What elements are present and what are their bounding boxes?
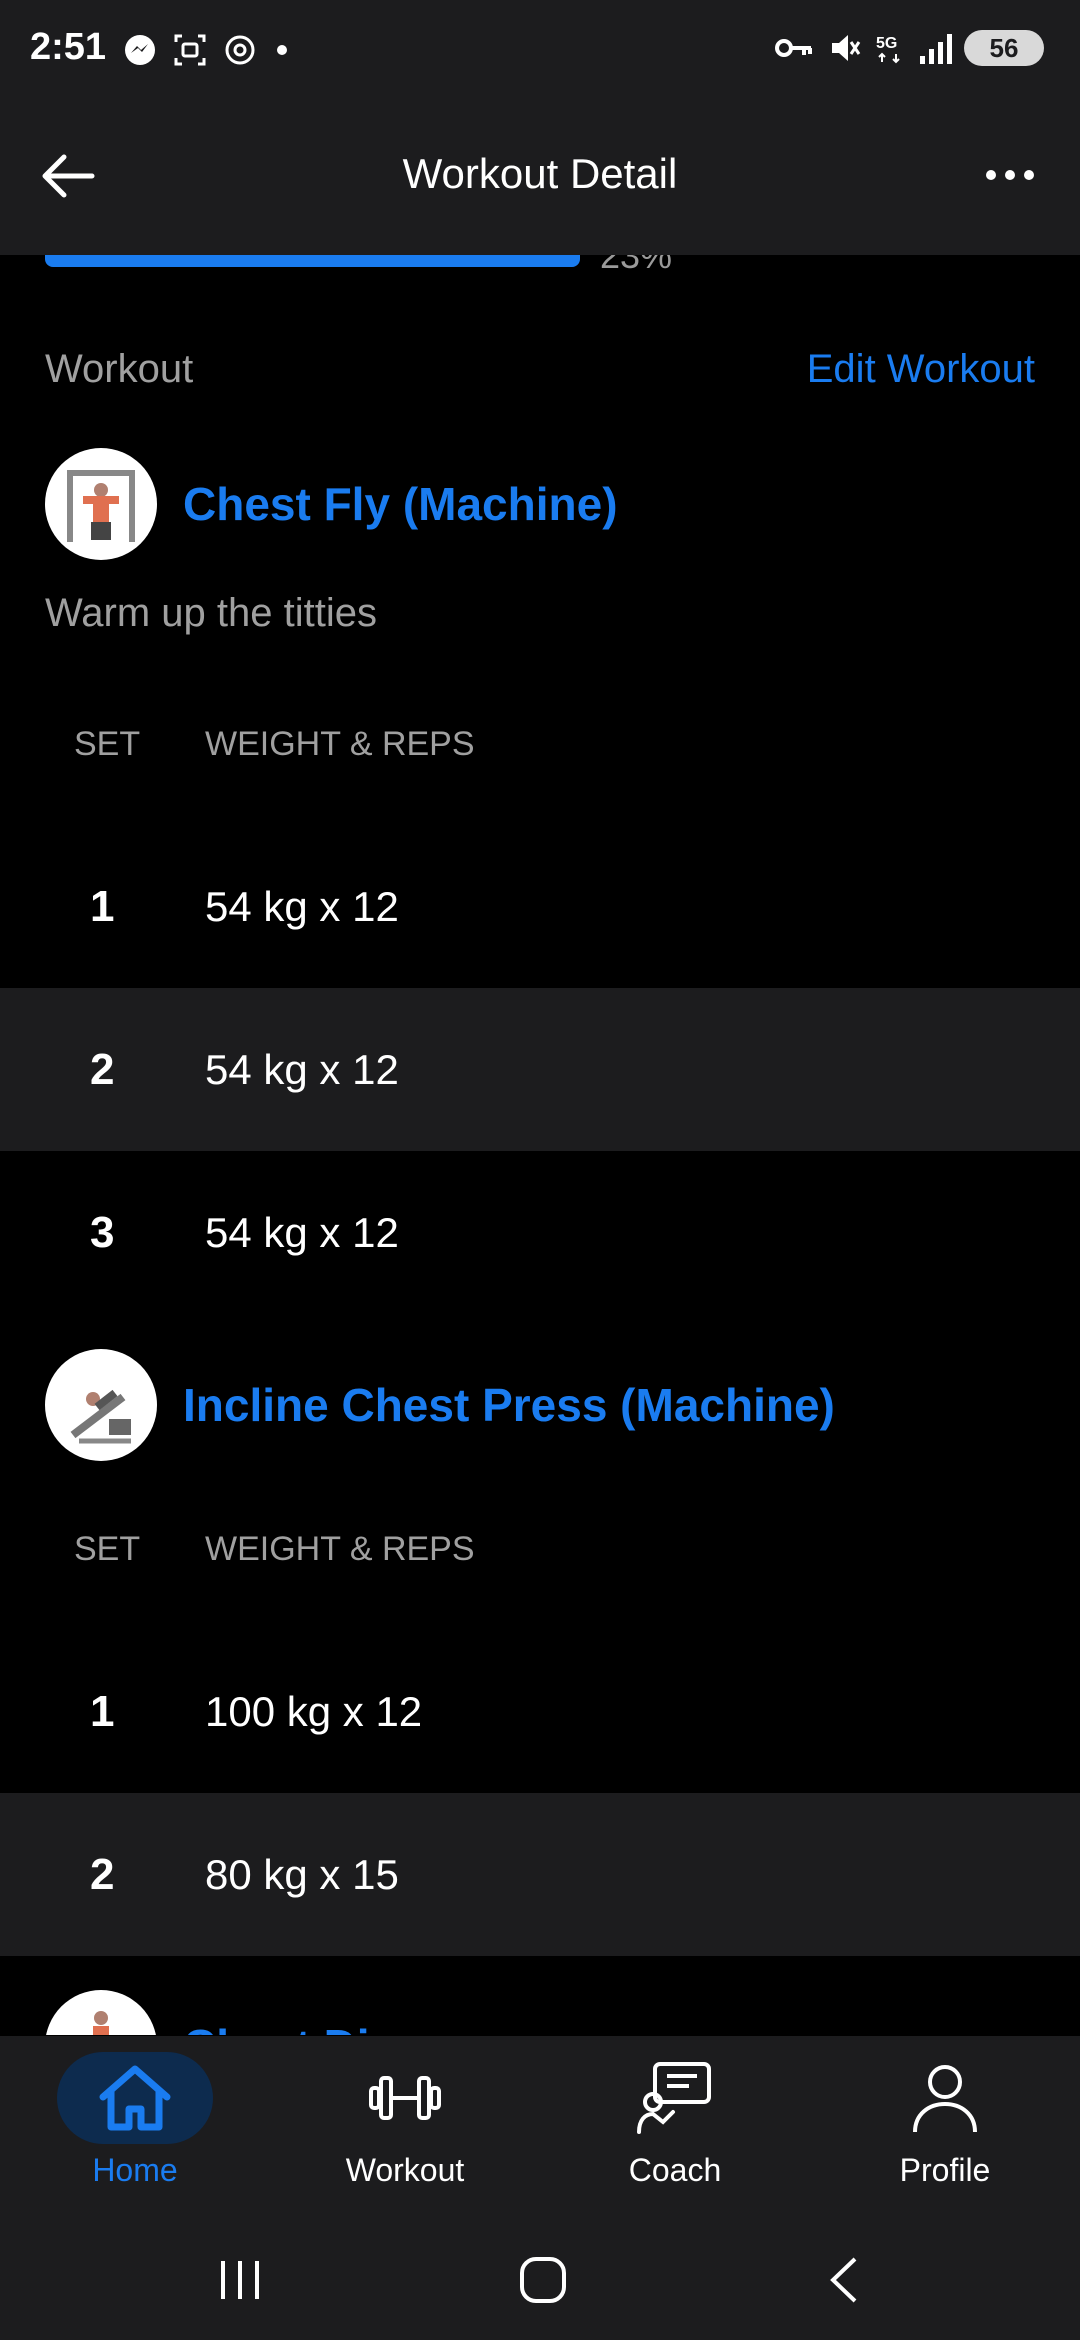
profile-icon bbox=[913, 2065, 977, 2133]
coach-icon bbox=[637, 2062, 711, 2134]
set-weight-reps: 54 kg x 12 bbox=[205, 1045, 399, 1093]
screenshot-icon bbox=[174, 34, 206, 66]
5g-icon: 5G bbox=[876, 35, 900, 64]
sets-table-header: SET WEIGHT & REPS bbox=[0, 725, 1080, 785]
exercise-thumbnail[interactable] bbox=[45, 1990, 157, 2035]
mute-icon bbox=[832, 35, 861, 61]
column-header-weight-reps: WEIGHT & REPS bbox=[205, 725, 475, 763]
signal-icon bbox=[920, 34, 952, 64]
more-horizontal-icon bbox=[986, 170, 996, 180]
status-bar: 2:51 5G 56 bbox=[0, 0, 1080, 100]
sets-table-header: SET WEIGHT & REPS bbox=[0, 1530, 1080, 1590]
page-title: Workout Detail bbox=[402, 150, 678, 197]
set-number: 2 bbox=[90, 1044, 115, 1094]
progress-bar bbox=[45, 255, 580, 267]
set-number: 3 bbox=[90, 1207, 115, 1257]
messenger-icon bbox=[125, 35, 155, 65]
set-weight-reps: 54 kg x 12 bbox=[205, 882, 399, 930]
nav-profile[interactable]: Profile bbox=[835, 2052, 1055, 2212]
exercise-header[interactable]: Chest Fly (Machine) bbox=[45, 448, 618, 560]
set-row: 1 100 kg x 12 bbox=[0, 1630, 1080, 1793]
set-number: 1 bbox=[90, 1686, 115, 1736]
recents-button[interactable] bbox=[180, 2240, 300, 2320]
column-header-set: SET bbox=[74, 725, 141, 763]
set-row: 3 54 kg x 12 bbox=[0, 1151, 1080, 1314]
workout-detail-content[interactable]: 23% Workout Edit Workout Chest Fly (Mach… bbox=[0, 255, 1080, 2035]
column-header-weight-reps: WEIGHT & REPS bbox=[205, 1530, 475, 1568]
status-right-icons: 5G 56 bbox=[774, 30, 1044, 66]
vpn-key-icon bbox=[775, 39, 812, 57]
system-navigation-bar bbox=[0, 2220, 1080, 2340]
section-header: Workout Edit Workout bbox=[45, 347, 1035, 392]
nav-workout[interactable]: Workout bbox=[295, 2052, 515, 2212]
set-number: 1 bbox=[90, 881, 115, 931]
set-row: 2 80 kg x 15 bbox=[0, 1793, 1080, 1956]
exercise-thumbnail[interactable] bbox=[45, 448, 157, 560]
exercise-name[interactable]: Chest Dip bbox=[183, 2019, 398, 2035]
progress-label: 23% bbox=[600, 255, 673, 276]
set-row: 2 54 kg x 12 bbox=[0, 988, 1080, 1151]
recents-icon bbox=[221, 2261, 259, 2299]
more-options-button[interactable] bbox=[970, 150, 1050, 200]
set-weight-reps: 100 kg x 12 bbox=[205, 1687, 423, 1735]
nav-profile-label[interactable]: Profile bbox=[900, 2152, 991, 2189]
dumbbell-icon bbox=[369, 2076, 441, 2120]
set-number: 2 bbox=[90, 1849, 115, 1899]
app-bar: Workout Detail bbox=[0, 100, 1080, 255]
nav-home-label[interactable]: Home bbox=[92, 2152, 177, 2189]
chest-dip-icon bbox=[93, 2011, 109, 2035]
dot-icon bbox=[277, 45, 287, 55]
exercise-header[interactable]: Chest Dip bbox=[45, 1990, 398, 2035]
exercise-thumbnail[interactable] bbox=[45, 1349, 157, 1461]
nav-coach[interactable]: Coach bbox=[565, 2052, 785, 2212]
exercise-header[interactable]: Incline Chest Press (Machine) bbox=[45, 1349, 835, 1461]
exercise-name[interactable]: Chest Fly (Machine) bbox=[183, 477, 618, 531]
column-header-set: SET bbox=[74, 1530, 141, 1568]
chest-fly-machine-icon bbox=[67, 470, 135, 542]
set-weight-reps: 54 kg x 12 bbox=[205, 1208, 399, 1256]
svg-text:5G: 5G bbox=[876, 35, 897, 52]
battery-icon: 56 bbox=[964, 30, 1044, 66]
status-time: 2:51 bbox=[30, 26, 107, 68]
set-row: 1 54 kg x 12 bbox=[0, 825, 1080, 988]
status-left-icons bbox=[122, 32, 292, 68]
back-chevron-icon bbox=[830, 2257, 857, 2303]
openai-icon bbox=[225, 35, 255, 65]
home-circle-icon bbox=[520, 2257, 566, 2303]
home-icon bbox=[99, 2065, 171, 2131]
section-label: Workout bbox=[45, 347, 194, 391]
system-home-button[interactable] bbox=[483, 2240, 603, 2320]
set-weight-reps: 80 kg x 15 bbox=[205, 1850, 399, 1898]
system-back-button[interactable] bbox=[785, 2240, 905, 2320]
exercise-note: Warm up the titties bbox=[45, 591, 377, 635]
nav-home[interactable]: Home bbox=[25, 2052, 245, 2212]
nav-workout-label[interactable]: Workout bbox=[346, 2152, 465, 2189]
bottom-navigation: Home Workout Coach Profile bbox=[0, 2036, 1080, 2220]
incline-chest-press-icon bbox=[70, 1389, 131, 1444]
edit-workout-link[interactable]: Edit Workout bbox=[807, 347, 1035, 392]
exercise-name[interactable]: Incline Chest Press (Machine) bbox=[183, 1378, 835, 1432]
nav-home-indicator[interactable] bbox=[57, 2052, 213, 2144]
nav-coach-label[interactable]: Coach bbox=[629, 2152, 722, 2189]
